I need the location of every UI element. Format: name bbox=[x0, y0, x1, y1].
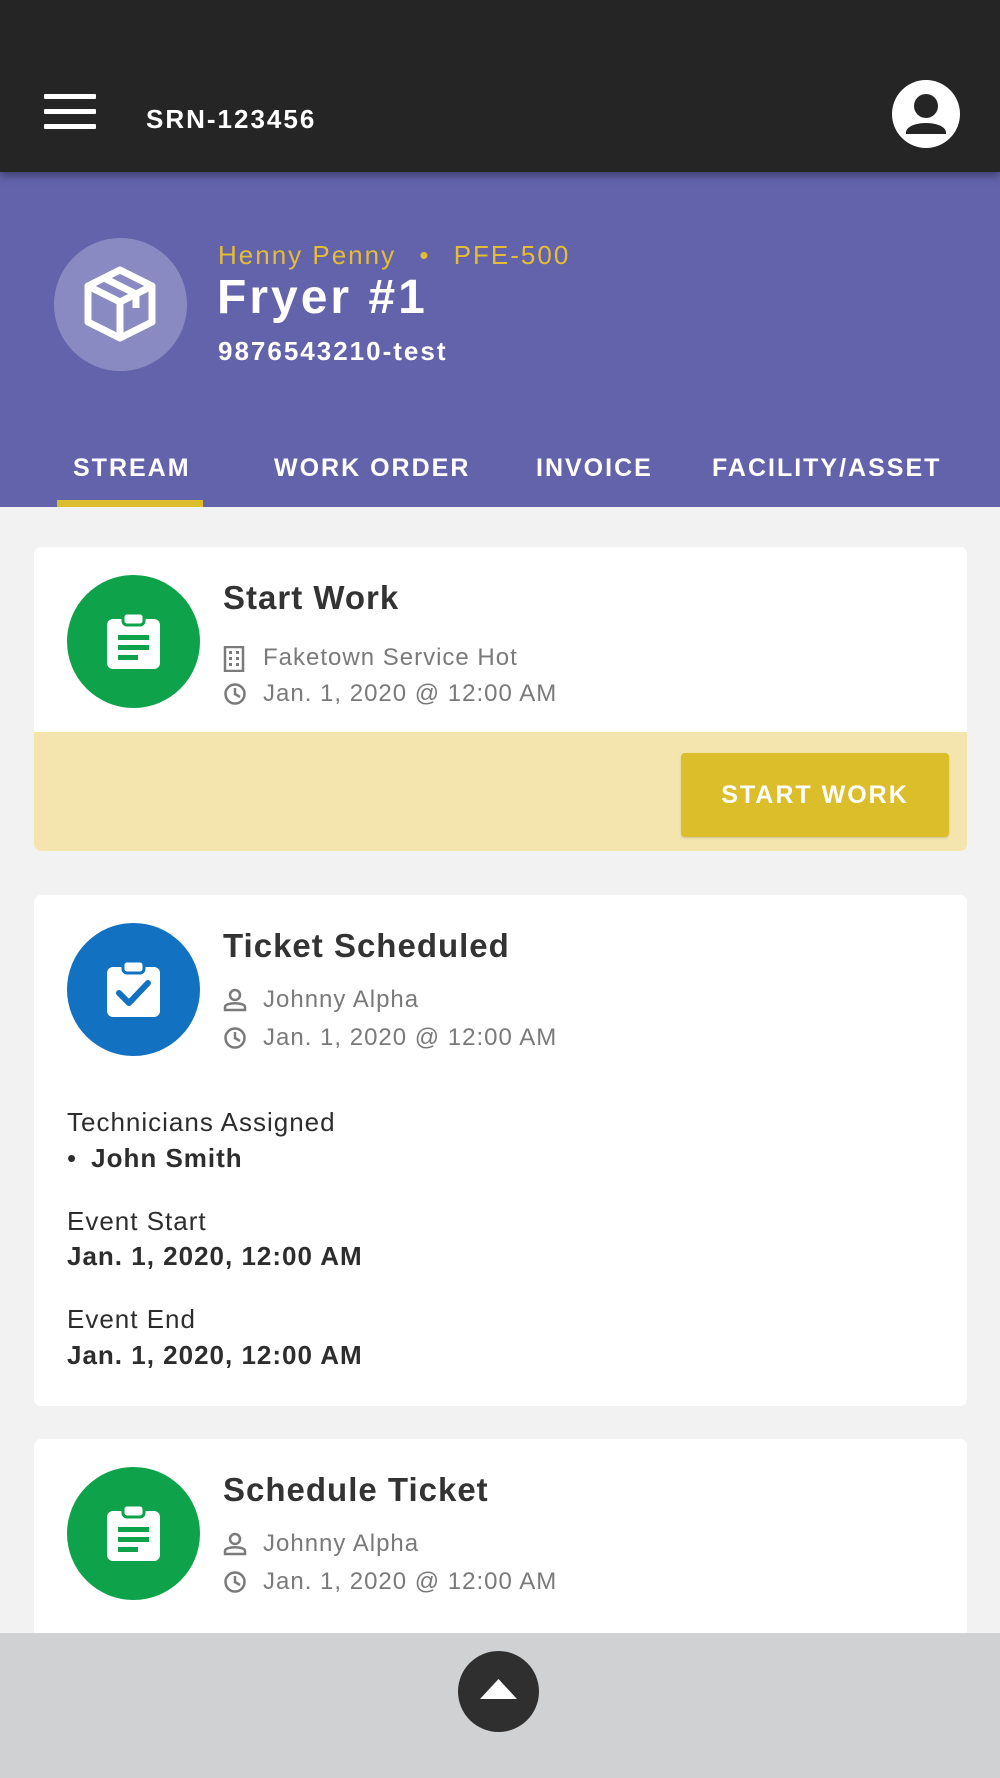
tab-stream[interactable]: STREAM bbox=[73, 454, 191, 483]
card-icon-badge bbox=[67, 1467, 200, 1600]
building-icon bbox=[223, 646, 245, 672]
card-title: Start Work bbox=[223, 579, 400, 616]
scroll-to-top-button[interactable] bbox=[458, 1651, 539, 1732]
card-action-band: START WORK bbox=[34, 732, 967, 851]
event-start-value: Jan. 1, 2020, 12:00 AM bbox=[67, 1241, 363, 1271]
person-icon bbox=[223, 1532, 247, 1556]
clock-icon bbox=[224, 1027, 246, 1049]
event-start-label: Event Start bbox=[67, 1206, 207, 1236]
service-request-number: SRN-123456 bbox=[146, 104, 317, 134]
asset-header: Henny Penny • PFE-500 Fryer #1 987654321… bbox=[0, 172, 1000, 507]
arrow-up-icon bbox=[480, 1679, 517, 1699]
menu-icon[interactable] bbox=[44, 94, 96, 132]
tab-invoice[interactable]: INVOICE bbox=[536, 454, 653, 483]
start-work-button[interactable]: START WORK bbox=[681, 753, 949, 837]
clock-icon bbox=[224, 683, 246, 705]
datetime-text: Jan. 1, 2020 @ 12:00 AM bbox=[263, 680, 558, 707]
person-icon bbox=[223, 988, 247, 1012]
card-title: Ticket Scheduled bbox=[223, 927, 510, 964]
event-end-label: Event End bbox=[67, 1304, 196, 1334]
asset-brand-model: Henny Penny • PFE-500 bbox=[218, 240, 570, 271]
card-icon-badge bbox=[67, 923, 200, 1056]
datetime-text: Jan. 1, 2020 @ 12:00 AM bbox=[263, 1568, 558, 1595]
technicians-label: Technicians Assigned bbox=[67, 1107, 336, 1137]
asset-avatar bbox=[54, 238, 187, 371]
card-title: Schedule Ticket bbox=[223, 1471, 489, 1508]
clock-icon bbox=[224, 1571, 246, 1593]
tab-facility-asset[interactable]: FACILITY/ASSET bbox=[712, 454, 941, 483]
package-icon bbox=[84, 266, 156, 342]
clipboard-check-icon bbox=[107, 959, 160, 1017]
card-icon-badge bbox=[67, 575, 200, 708]
stream-card-ticket-scheduled: Ticket Scheduled Johnny Alpha Jan. 1, 20… bbox=[34, 895, 967, 1406]
account-icon[interactable] bbox=[892, 80, 960, 148]
stream-card-start-work: Start Work Faketown Service Hot Jan. 1, … bbox=[34, 547, 967, 851]
brand-separator: • bbox=[419, 240, 431, 270]
asset-serial: 9876543210-test bbox=[218, 336, 448, 366]
user-text: Johnny Alpha bbox=[263, 1530, 420, 1557]
asset-model: PFE-500 bbox=[453, 240, 571, 270]
asset-name: Fryer #1 bbox=[217, 271, 428, 324]
clipboard-list-icon bbox=[107, 611, 160, 669]
event-end-value: Jan. 1, 2020, 12:00 AM bbox=[67, 1340, 363, 1370]
technician-name: John Smith bbox=[91, 1143, 243, 1173]
location-text: Faketown Service Hot bbox=[263, 644, 518, 671]
user-text: Johnny Alpha bbox=[263, 986, 420, 1013]
active-tab-indicator bbox=[57, 500, 203, 507]
asset-brand: Henny Penny bbox=[218, 240, 397, 270]
datetime-text: Jan. 1, 2020 @ 12:00 AM bbox=[263, 1024, 558, 1051]
tab-work-order[interactable]: WORK ORDER bbox=[274, 454, 470, 483]
technician-item: • John Smith bbox=[67, 1143, 243, 1173]
app-bar: SRN-123456 bbox=[0, 0, 1000, 172]
clipboard-list-icon bbox=[107, 1503, 160, 1561]
bottom-bar bbox=[0, 1633, 1000, 1778]
